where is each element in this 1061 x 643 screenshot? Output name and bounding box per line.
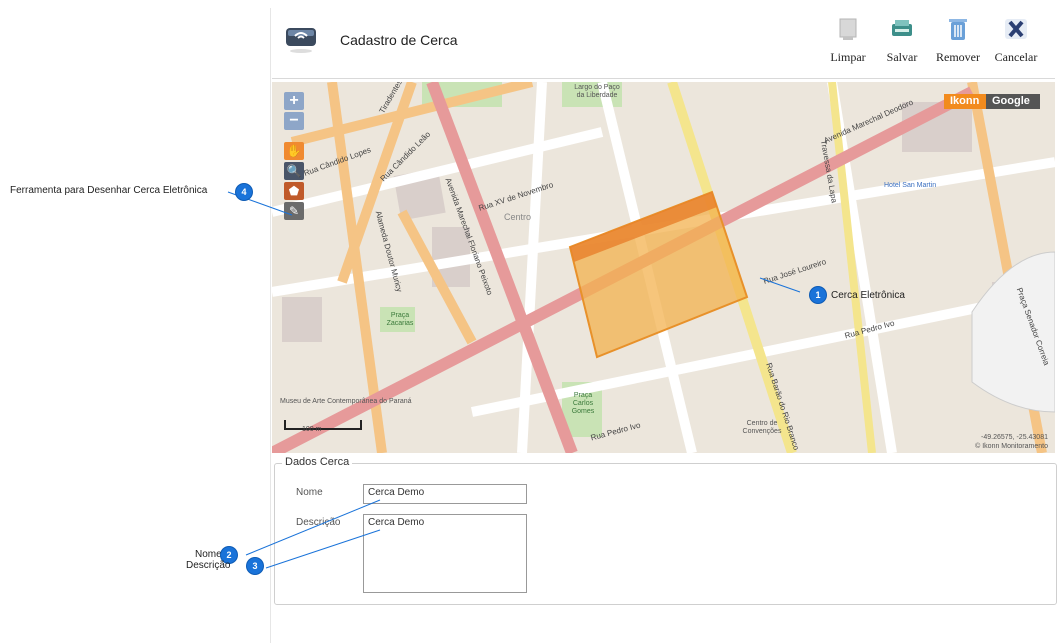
nome-input[interactable]: Cerca Demo [363, 484, 527, 504]
save-label: Salvar [886, 50, 918, 64]
zoom-out-button[interactable]: − [284, 112, 304, 130]
clear-label: Limpar [830, 50, 866, 64]
cancel-x-icon [1005, 19, 1027, 39]
callout-3-text: Descrição [186, 560, 231, 571]
remove-button[interactable]: Remover [934, 16, 982, 72]
callout-1-text: Cerca Eletrônica [831, 290, 905, 301]
callout-4-text: Ferramenta para Desenhar Cerca Eletrônic… [10, 185, 208, 196]
clear-icon [839, 18, 857, 40]
provider-google-button[interactable]: Google [986, 94, 1040, 109]
save-icon [892, 20, 912, 36]
save-button[interactable]: Salvar [878, 16, 926, 72]
place-museu: Museu de Arte Contemporânea do Paraná [280, 398, 412, 405]
left-divider [270, 8, 271, 643]
zoom-box-icon[interactable]: 🔍 [284, 162, 304, 180]
fieldset-legend: Dados Cerca [282, 456, 353, 468]
descricao-label: Descrição [296, 517, 341, 528]
callout-2-text: Nome [195, 549, 222, 560]
page-title: Cadastro de Cerca [340, 32, 458, 48]
page-header: Cadastro de Cerca Limpar Salvar Remover [272, 8, 1055, 79]
draw-polygon-icon[interactable]: ⬟ [284, 182, 304, 200]
pan-hand-icon[interactable]: ✋ [284, 142, 304, 160]
descricao-textarea[interactable]: Cerca Demo [363, 514, 527, 593]
map-attribution: © Ikonn Monitoramento [975, 443, 1048, 450]
pencil-icon[interactable]: ✎ [284, 202, 304, 220]
trash-icon [949, 19, 967, 40]
cancel-label: Cancelar [994, 50, 1038, 64]
cancel-button[interactable]: Cancelar [992, 16, 1040, 72]
place-praca-carlos-gomes: Praça Carlos Gomes [571, 392, 595, 415]
remove-label: Remover [936, 50, 980, 64]
map-coordinates: -49.26575, -25.43081 © Ikonn Monitoramen… [936, 433, 1048, 451]
clear-button[interactable]: Limpar [824, 16, 872, 72]
callout-1-badge: 1 [810, 287, 826, 303]
callout-4-badge: 4 [236, 184, 252, 200]
map-canvas[interactable]: + − ✋ 🔍 ⬟ ✎ Ikonn Google Centro Largo do… [272, 82, 1055, 453]
place-paco-liberdade: Largo do Paço da Liberdade [574, 84, 620, 99]
drawing-tools: ✋ 🔍 ⬟ ✎ [284, 142, 304, 222]
zoom-in-button[interactable]: + [284, 92, 304, 110]
fence-register-icon [286, 28, 316, 53]
zoom-controls: + − [284, 92, 304, 132]
place-hotel: Hotel San Martin [884, 182, 937, 189]
callout-3-badge: 3 [247, 558, 263, 574]
map-coords-value: -49.26575, -25.43081 [981, 434, 1048, 441]
map-scale-bar [284, 420, 362, 430]
place-centro: Centro [504, 212, 532, 222]
place-praca-zacarias: Praça Zacarias [386, 312, 414, 327]
nome-label: Nome [296, 487, 323, 498]
map-scale-label: 100 m [302, 426, 322, 433]
header-divider [272, 78, 1055, 79]
